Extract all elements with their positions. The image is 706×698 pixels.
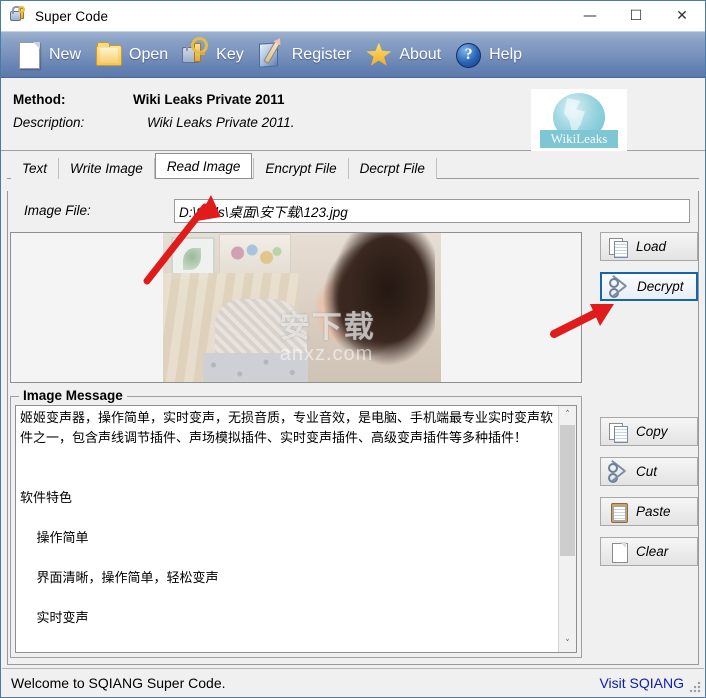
clipboard-icon bbox=[607, 502, 633, 523]
decrypt-button-label: Decrypt bbox=[637, 279, 684, 294]
close-button[interactable]: ✕ bbox=[659, 1, 705, 31]
toolbar-label-key: Key bbox=[216, 45, 244, 63]
status-bar: Welcome to SQIANG Super Code. Visit SQIA… bbox=[2, 668, 704, 696]
method-label: Method: bbox=[13, 92, 66, 107]
cut-button[interactable]: Cut bbox=[600, 457, 698, 486]
scissors-icon bbox=[608, 277, 634, 298]
image-message-text[interactable]: 姬姬变声器，操作简单，实时变声，无损音质，专业音效，是电脑、手机端最专业实时变声… bbox=[16, 406, 558, 652]
lock-key-icon bbox=[180, 36, 210, 71]
register-pencil-icon bbox=[256, 39, 286, 71]
copy-button-label: Copy bbox=[636, 424, 668, 439]
star-icon bbox=[363, 39, 393, 71]
tab-read-image[interactable]: Read Image bbox=[154, 153, 253, 179]
image-message-group: Image Message 姬姬变声器，操作简单，实时变声，无损音质，专业音效，… bbox=[10, 388, 582, 658]
load-button[interactable]: Load bbox=[600, 232, 698, 261]
description-value: Wiki Leaks Private 2011. bbox=[147, 115, 295, 130]
wikileaks-logo: WikiLeaks bbox=[531, 89, 627, 152]
copy-pages-icon bbox=[607, 237, 633, 258]
load-button-label: Load bbox=[636, 239, 667, 254]
toolbar-button-open[interactable]: Open bbox=[89, 34, 176, 76]
decrypt-button[interactable]: Decrypt bbox=[600, 272, 698, 301]
window-controls: — ☐ ✕ bbox=[567, 1, 705, 31]
toolbar-button-register[interactable]: Register bbox=[252, 34, 360, 76]
description-label: Description: bbox=[13, 115, 85, 130]
scroll-down-arrow-icon[interactable]: ˅ bbox=[559, 635, 576, 652]
scrollbar-thumb[interactable] bbox=[560, 425, 575, 556]
method-value: Wiki Leaks Private 2011 bbox=[133, 92, 285, 107]
image-file-label: Image File: bbox=[24, 203, 91, 218]
toolbar-button-new[interactable]: New bbox=[9, 34, 89, 76]
tab-strip-filler bbox=[435, 158, 705, 179]
resize-grip-icon[interactable] bbox=[689, 681, 701, 693]
paste-button[interactable]: Paste bbox=[600, 497, 698, 526]
image-preview[interactable]: 安下载 anxz.com bbox=[10, 232, 582, 383]
window-title: Super Code bbox=[35, 8, 109, 24]
title-bar: Super Code — ☐ ✕ bbox=[1, 1, 705, 31]
toolbar-label-new: New bbox=[49, 45, 82, 63]
tab-strip: Text Write Image Read Image Encrypt File… bbox=[1, 151, 705, 179]
image-message-box[interactable]: 姬姬变声器，操作简单，实时变声，无损音质，专业音效，是电脑、手机端最专业实时变声… bbox=[15, 405, 577, 653]
toolbar-label-help: Help bbox=[489, 45, 523, 63]
message-scrollbar[interactable]: ˄ ˅ bbox=[558, 406, 576, 652]
toolbar-button-help[interactable]: ? Help bbox=[449, 34, 530, 76]
toolbar-label-open: Open bbox=[129, 45, 169, 63]
preview-photo: 安下载 anxz.com bbox=[163, 233, 441, 382]
scroll-up-arrow-icon[interactable]: ˄ bbox=[559, 406, 576, 423]
toolbar-button-about[interactable]: About bbox=[359, 34, 449, 76]
new-document-icon bbox=[13, 39, 43, 71]
minimize-button[interactable]: — bbox=[567, 1, 613, 31]
paste-button-label: Paste bbox=[636, 504, 671, 519]
wikileaks-logo-text: WikiLeaks bbox=[540, 130, 618, 148]
toolbar-label-register: Register bbox=[291, 45, 352, 63]
image-file-row: Image File: D:\tools\桌面\安下载\123.jpg bbox=[16, 199, 690, 224]
lock-key-icon bbox=[10, 6, 28, 25]
tab-write-image[interactable]: Write Image bbox=[58, 158, 155, 179]
app-window: Super Code — ☐ ✕ New Open Key Register A… bbox=[0, 0, 706, 698]
open-folder-icon bbox=[93, 39, 123, 71]
tab-text[interactable]: Text bbox=[11, 158, 60, 179]
image-message-title: Image Message bbox=[19, 388, 127, 403]
question-mark-icon: ? bbox=[453, 39, 483, 71]
main-toolbar: New Open Key Register About ? Help bbox=[1, 31, 705, 78]
scissors-icon bbox=[607, 462, 633, 483]
cut-button-label: Cut bbox=[636, 464, 658, 479]
visit-sqiang-link[interactable]: Visit SQIANG bbox=[599, 675, 684, 691]
toolbar-button-key[interactable]: Key bbox=[176, 34, 252, 76]
blank-page-icon bbox=[607, 541, 633, 563]
status-message: Welcome to SQIANG Super Code. bbox=[11, 674, 226, 691]
image-file-input[interactable]: D:\tools\桌面\安下载\123.jpg bbox=[174, 199, 690, 223]
clear-button-label: Clear bbox=[636, 544, 669, 559]
tab-encrypt-file[interactable]: Encrypt File bbox=[253, 158, 349, 179]
maximize-button[interactable]: ☐ bbox=[613, 1, 659, 31]
copy-button[interactable]: Copy bbox=[600, 417, 698, 446]
clear-button[interactable]: Clear bbox=[600, 537, 698, 566]
toolbar-label-about: About bbox=[399, 45, 442, 63]
copy-pages-icon bbox=[607, 422, 633, 443]
tab-decrpt-file[interactable]: Decrpt File bbox=[347, 158, 437, 179]
read-image-pane: Image File: D:\tools\桌面\安下载\123.jpg 安下载 … bbox=[7, 191, 699, 665]
